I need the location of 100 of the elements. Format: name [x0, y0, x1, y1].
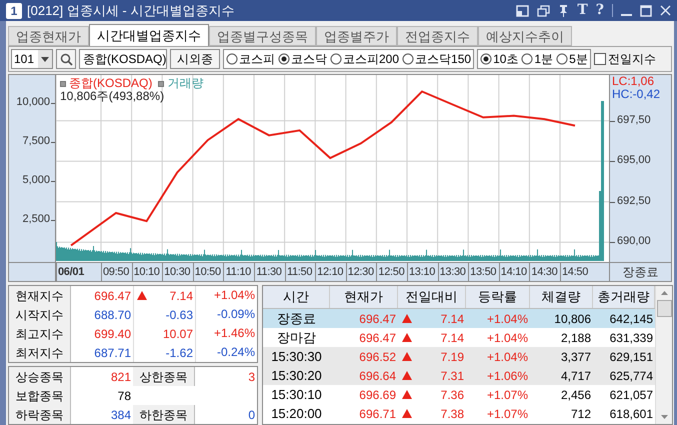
table-cell-text: 696.47 — [93, 288, 132, 304]
axis-label: 695,00 — [617, 155, 651, 166]
axis-label: 13:30 — [438, 265, 467, 279]
table-cell-text: 7.14 — [440, 310, 464, 328]
axis-label: 11:30 — [255, 265, 283, 279]
axis-label: 13:50 — [469, 265, 498, 279]
table-cell-text: 78 — [116, 388, 132, 404]
checkbox-empty-icon[interactable] — [594, 53, 606, 65]
table-cell: -0.24% — [195, 343, 257, 362]
close-icon[interactable] — [660, 5, 671, 16]
radio-option[interactable]: 5분 — [556, 50, 588, 68]
table-cell-text: 15:30:30 — [270, 348, 323, 366]
axis-label: 14:10 — [500, 265, 528, 279]
axis-label: 14:50 — [560, 265, 590, 279]
radio-empty-icon[interactable] — [330, 53, 342, 65]
table-cell-text: 631,339 — [608, 330, 654, 346]
search-button[interactable] — [56, 49, 76, 69]
table-cell-text: 821 — [110, 368, 132, 386]
table-cell-text: 7.38 — [440, 406, 464, 422]
dropdown-caret-icon[interactable] — [38, 50, 52, 68]
tab[interactable]: 업종별구성종목 — [209, 26, 316, 46]
closing-label: 장종료 — [609, 263, 671, 281]
radio-empty-icon[interactable] — [521, 53, 534, 65]
axis-label: 697,50 — [617, 114, 651, 126]
tab[interactable]: 업종별주가 — [316, 26, 397, 46]
radio-option[interactable]: 10초 — [480, 50, 518, 68]
window-number-badge: 1 — [6, 2, 22, 18]
table-cell-text: 696.69 — [358, 386, 397, 404]
glyph-button[interactable]: T — [577, 0, 588, 21]
table-cell-text: 642,145 — [608, 310, 654, 328]
table-cell-text: 7.19 — [440, 348, 464, 366]
scrollbar[interactable] — [655, 286, 672, 424]
axis-label: 14:30 — [530, 265, 558, 279]
table-cell: -0.09% — [195, 305, 257, 324]
checkbox[interactable]: 전일지수 — [594, 50, 656, 68]
table-row[interactable]: 장종료 696.47 7.14 +1.04% 10,806 642,145 — [263, 309, 655, 328]
table-cell-text: -1.62 — [166, 344, 193, 362]
row-label: 시작지수 — [9, 305, 71, 324]
table-cell-text: +1.04% — [486, 310, 529, 328]
lc-label: LC:1,06 — [612, 75, 654, 88]
legend-label: 거래량 — [167, 77, 204, 90]
code-combo[interactable]: 101 — [11, 49, 53, 69]
pin-icon[interactable] — [558, 4, 570, 17]
radio-option[interactable]: 코스닥 — [278, 50, 327, 68]
axis-label: 10:30 — [163, 265, 192, 279]
axis-label: 13:10 — [408, 265, 436, 279]
column-header: 체결량 — [530, 286, 593, 308]
table-row[interactable]: 15:30:30 696.52 7.19 +1.04% 3,377 629,151 — [263, 347, 655, 366]
radio-option[interactable]: 코스피200 — [330, 50, 400, 68]
radio-selected-icon[interactable] — [480, 53, 492, 65]
table-cell-text: 7.14 — [170, 288, 193, 304]
radio-option[interactable]: 코스닥150 — [402, 50, 472, 68]
table-cell-text: 696.52 — [358, 348, 397, 366]
legend-label: 종합(KOSDAQ) — [69, 77, 152, 90]
table-cell-text: 장종료 — [276, 310, 317, 328]
table-cell-text: -0.63 — [166, 306, 193, 324]
radio-empty-icon[interactable] — [402, 53, 414, 65]
table-cell-text: +1.07% — [486, 386, 529, 404]
tab[interactable]: 예상지수추이 — [478, 26, 572, 46]
row-label: 상한종목 — [133, 367, 195, 386]
table-cell-text: 0 — [247, 406, 256, 424]
volume-info: 10,806주(493,88%) — [60, 90, 166, 103]
radio-empty-icon[interactable] — [556, 53, 568, 65]
maximize-icon[interactable] — [640, 4, 652, 16]
axis-label: 692,50 — [617, 196, 651, 207]
axis-label: 11:10 — [224, 265, 252, 279]
tab[interactable]: 전업종지수 — [397, 26, 478, 46]
column-header: 현재가 — [330, 286, 398, 308]
row-label: 상승종목 — [9, 367, 71, 386]
radio-selected-icon[interactable] — [278, 53, 290, 65]
axis-label: 10,000 — [16, 97, 50, 108]
scroll-thumb[interactable] — [656, 300, 672, 317]
radio-empty-icon[interactable] — [226, 53, 238, 65]
index-name-field[interactable]: 종합(KOSDAQ) — [79, 49, 167, 69]
market-button[interactable]: 시외종 — [170, 49, 220, 69]
axis-label: 12:10 — [316, 265, 344, 279]
axis-label: 11:50 — [286, 265, 314, 279]
table-cell-text: 618,601 — [608, 406, 654, 422]
radio-option[interactable]: 1분 — [521, 50, 554, 68]
glyph-button[interactable]: ? — [596, 0, 604, 21]
layout-icon[interactable] — [516, 4, 530, 16]
row-label: 보합종목 — [9, 386, 71, 405]
row-label: 하락종목 — [9, 405, 71, 424]
table-cell-text: +1.04% — [486, 348, 529, 366]
legend-marker — [60, 80, 66, 86]
table-cell-text: 7.14 — [440, 330, 464, 346]
tab[interactable]: 업종현재가 — [8, 26, 89, 46]
table-cell-text: +1.04% — [486, 330, 529, 346]
table-cell-text: 15:20:00 — [270, 404, 323, 423]
column-header: 전일대비 — [398, 286, 466, 308]
radio-option[interactable]: 코스피 — [226, 50, 275, 68]
table-cell-text: 2,456 — [560, 386, 592, 404]
column-header: 시간 — [263, 286, 330, 308]
row-label: 현재지수 — [9, 286, 71, 305]
table-row[interactable]: 15:30:20 696.64 7.31 +1.06% 4,717 625,774 — [263, 366, 655, 385]
code-value: 101 — [13, 51, 36, 68]
tab[interactable]: 시간대별업종지수 — [89, 24, 209, 46]
table-cell-text: 712 — [570, 406, 592, 422]
copy-window-icon[interactable] — [537, 4, 550, 16]
table-cell-text: 장마감 — [276, 328, 317, 347]
